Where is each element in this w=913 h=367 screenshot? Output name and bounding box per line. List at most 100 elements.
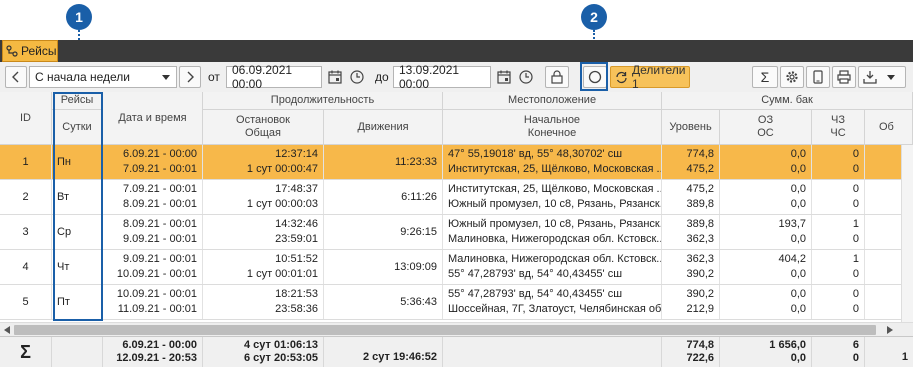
download-icon: [863, 70, 877, 84]
print-button[interactable]: [832, 66, 856, 88]
table-row[interactable]: 2 Вт 7.09.21 - 00:01 8.09.21 - 00:01 17:4…: [0, 180, 913, 215]
row-loc-start: Институтская, 25, Щёлково, Московская ..…: [448, 183, 662, 195]
footer-os: 0,0: [790, 352, 806, 364]
callout-1-highlight: [53, 92, 103, 321]
col-header-chz-chs[interactable]: ЧЗ ЧС: [812, 110, 865, 145]
tab-trips[interactable]: Рейсы: [2, 40, 58, 62]
col-header-moving[interactable]: Движения: [324, 110, 443, 145]
lock-button[interactable]: [545, 66, 569, 88]
footer-oz-os: 1 656,0 0,0: [720, 337, 812, 367]
row-stops: 14:32:46: [275, 218, 318, 230]
col-header-start-end[interactable]: Начальное Конечное: [443, 110, 662, 145]
totals-row: Σ 6.09.21 - 00:00 12.09.21 - 20:53 4 сут …: [0, 336, 913, 367]
row-level: 475,2 389,8: [662, 180, 720, 214]
scroll-right-icon[interactable]: [887, 326, 893, 334]
from-calendar-button[interactable]: [324, 66, 345, 88]
export-button[interactable]: [858, 66, 906, 88]
to-label: до: [375, 70, 389, 84]
table-row[interactable]: 1 Пн 6.09.21 - 00:00 7.09.21 - 00:01 12:3…: [0, 145, 913, 180]
row-id: 3: [0, 215, 52, 249]
sum-button[interactable]: Σ: [752, 66, 778, 88]
scroll-left-icon[interactable]: [4, 326, 10, 334]
row-datetime: 7.09.21 - 00:01 8.09.21 - 00:01: [103, 180, 203, 214]
table-row[interactable]: 3 Ср 8.09.21 - 00:01 9.09.21 - 00:01 14:3…: [0, 215, 913, 250]
row-level-start: 774,8: [686, 148, 714, 160]
settings-button[interactable]: [780, 66, 804, 88]
footer-ob: 1: [901, 351, 908, 363]
row-stops-total: 12:37:14 1 сут 00:00:47: [203, 145, 324, 179]
row-oz-os: 0,0 0,0: [720, 180, 812, 214]
col-header-chz: ЧЗ: [831, 114, 845, 126]
to-date-input[interactable]: 13.09.2021 00:00: [393, 63, 491, 91]
device-button[interactable]: [806, 66, 830, 88]
dropdown-arrow-icon: [162, 75, 170, 80]
row-os: 0,0: [790, 233, 806, 245]
to-calendar-button[interactable]: [493, 66, 514, 88]
calendar-icon: [496, 70, 511, 84]
row-dt-end: 7.09.21 - 00:01: [122, 163, 197, 175]
from-time-button[interactable]: [346, 66, 367, 88]
horizontal-scrollbar[interactable]: [0, 322, 913, 337]
row-location: Южный промузел, 10 с8, Рязань, Рязанск..…: [443, 215, 662, 249]
row-id: 5: [0, 285, 52, 319]
col-header-stops-total[interactable]: Остановок Общая: [203, 110, 324, 145]
chevron-left-icon: [12, 71, 20, 83]
col-header-end: Конечное: [527, 127, 577, 139]
row-chz-chs: 00: [812, 180, 865, 214]
row-chz-chs: 10: [812, 250, 865, 284]
row-moving: 6:11:26: [324, 180, 443, 214]
row-moving: 9:26:15: [324, 215, 443, 249]
col-header-level[interactable]: Уровень: [662, 110, 720, 145]
row-dt-start: 6.09.21 - 00:00: [122, 148, 197, 160]
callout-2: 2: [581, 4, 607, 30]
col-header-total: Общая: [245, 127, 281, 139]
col-header-id[interactable]: ID: [0, 92, 52, 145]
row-stops: 10:51:52: [275, 253, 318, 265]
dividers-button[interactable]: Делители 1: [610, 63, 690, 91]
row-level: 389,8 362,3: [662, 215, 720, 249]
from-date-input[interactable]: 06.09.2021 00:00: [226, 63, 322, 91]
row-loc-start: 47° 55,19018' вд, 55° 48,30702' сш: [448, 148, 623, 160]
row-chz-chs: 00: [812, 145, 865, 179]
col-header-ob[interactable]: Об: [865, 110, 913, 145]
row-level: 362,3 390,2: [662, 250, 720, 284]
table-row[interactable]: 4 Чт 9.09.21 - 00:01 10.09.21 - 00:01 10:…: [0, 250, 913, 285]
vertical-scrollbar[interactable]: [901, 145, 913, 322]
row-dt-start: 10.09.21 - 00:01: [116, 288, 197, 300]
footer-moving: 2 сут 19:46:52: [324, 337, 443, 367]
row-chs: 0: [852, 268, 859, 280]
footer-datetime: 6.09.21 - 00:00 12.09.21 - 20:53: [103, 337, 203, 367]
to-time-button[interactable]: [515, 66, 536, 88]
prev-period-button[interactable]: [5, 66, 27, 88]
row-oz: 0,0: [790, 148, 806, 160]
from-label: от: [208, 70, 220, 84]
row-level-end: 212,9: [686, 303, 714, 315]
row-loc-start: Малиновка, Нижегородская обл. Кстовск...: [448, 253, 662, 265]
row-moving: 11:23:33: [324, 145, 443, 179]
col-header-oz-os[interactable]: ОЗ ОС: [720, 110, 812, 145]
footer-oz: 1 656,0: [769, 339, 806, 351]
row-chs: 0: [852, 233, 859, 245]
next-period-button[interactable]: [179, 66, 201, 88]
row-oz: 0,0: [790, 288, 806, 300]
footer-location: [443, 337, 662, 367]
row-loc-end: Малиновка, Нижегородская обл. Кстовск...: [448, 233, 662, 245]
refresh-icon: [615, 71, 628, 84]
row-level-end: 389,8: [686, 198, 714, 210]
toolbar: С начала недели от 06.09.2021 00:00 до 1…: [0, 62, 913, 93]
col-header-datetime[interactable]: Дата и время: [103, 92, 203, 145]
row-level-start: 390,2: [686, 288, 714, 300]
footer-stops: 4 сут 01:06:13: [243, 339, 318, 351]
chevron-right-icon: [186, 71, 194, 83]
phone-icon: [813, 70, 823, 84]
callout-1: 1: [66, 4, 92, 30]
table-row[interactable]: 5 Пт 10.09.21 - 00:01 11.09.21 - 00:01 18…: [0, 285, 913, 320]
row-loc-start: Южный промузел, 10 с8, Рязань, Рязанск..…: [448, 218, 662, 230]
scrollbar-thumb[interactable]: [14, 325, 876, 335]
row-location: 47° 55,19018' вд, 55° 48,30702' сш Инстит…: [443, 145, 662, 179]
row-chz: 0: [852, 148, 859, 160]
footer-days: [52, 337, 103, 367]
period-select[interactable]: С начала недели: [29, 66, 177, 88]
row-stops-total: 17:48:37 1 сут 00:00:03: [203, 180, 324, 214]
period-select-value: С начала недели: [35, 70, 130, 84]
